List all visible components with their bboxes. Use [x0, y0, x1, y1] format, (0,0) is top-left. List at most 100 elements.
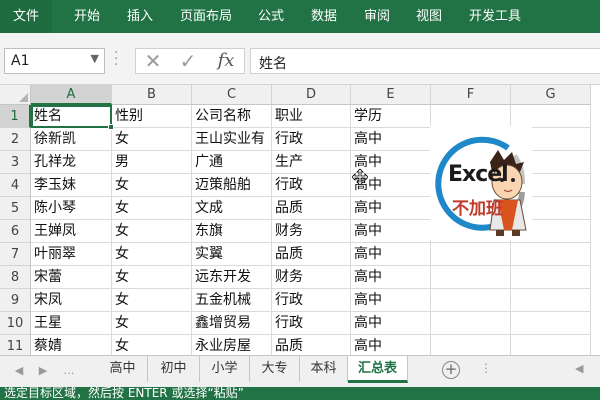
cell-b7[interactable]: 女	[112, 243, 192, 266]
cell-e9[interactable]: 高中	[351, 289, 431, 312]
cell-c1[interactable]: 公司名称	[192, 105, 272, 128]
cell-d3[interactable]: 生产	[272, 151, 351, 174]
close-icon[interactable]: ✕	[138, 49, 168, 73]
cell-f10[interactable]	[431, 312, 511, 335]
fill-handle[interactable]	[108, 124, 114, 130]
tab-view[interactable]: 视图	[416, 0, 442, 33]
chevron-down-icon[interactable]: ▼	[91, 52, 99, 65]
row-header-10[interactable]: 10	[0, 312, 31, 335]
cell-d4[interactable]: 行政	[272, 174, 351, 197]
cell-g7[interactable]	[511, 243, 591, 266]
cell-b6[interactable]: 女	[112, 220, 192, 243]
column-header-e[interactable]: E	[351, 85, 431, 105]
cell-e2[interactable]: 高中	[351, 128, 431, 151]
cell-d1[interactable]: 职业	[272, 105, 351, 128]
cell-e10[interactable]: 高中	[351, 312, 431, 335]
row-header-3[interactable]: 3	[0, 151, 31, 174]
check-icon[interactable]: ✓	[173, 49, 203, 73]
scroll-left-icon[interactable]: ◀	[575, 362, 583, 375]
cell-a4[interactable]: 李玉妹	[31, 174, 112, 197]
cell-g9[interactable]	[511, 289, 591, 312]
cell-e8[interactable]: 高中	[351, 266, 431, 289]
cell-e1[interactable]: 学历	[351, 105, 431, 128]
cell-f11[interactable]	[431, 335, 511, 355]
cell-d5[interactable]: 品质	[272, 197, 351, 220]
sheet-tab-2[interactable]: 初中	[148, 356, 200, 382]
formula-input[interactable]: 姓名	[250, 48, 600, 74]
cell-c10[interactable]: 鑫增贸易	[192, 312, 272, 335]
cell-d9[interactable]: 行政	[272, 289, 351, 312]
tab-review[interactable]: 审阅	[364, 0, 390, 33]
cell-g11[interactable]	[511, 335, 591, 355]
cell-a5[interactable]: 陈小琴	[31, 197, 112, 220]
cell-b11[interactable]: 女	[112, 335, 192, 355]
cell-g1[interactable]	[511, 105, 591, 128]
cell-e5[interactable]: 高中	[351, 197, 431, 220]
cell-d6[interactable]: 财务	[272, 220, 351, 243]
row-header-6[interactable]: 6	[0, 220, 31, 243]
row-header-4[interactable]: 4	[0, 174, 31, 197]
cell-b4[interactable]: 女	[112, 174, 192, 197]
column-header-c[interactable]: C	[192, 85, 272, 105]
cell-b3[interactable]: 男	[112, 151, 192, 174]
name-box[interactable]: A1 ▼	[4, 48, 105, 74]
cell-d10[interactable]: 行政	[272, 312, 351, 335]
cell-b9[interactable]: 女	[112, 289, 192, 312]
sheet-tab-5[interactable]: 本科	[300, 356, 348, 382]
cell-g8[interactable]	[511, 266, 591, 289]
cell-b2[interactable]: 女	[112, 128, 192, 151]
cell-c8[interactable]: 远东开发	[192, 266, 272, 289]
vertical-dots-icon[interactable]: ⋮	[480, 361, 492, 375]
cell-g10[interactable]	[511, 312, 591, 335]
cell-a7[interactable]: 叶丽翠	[31, 243, 112, 266]
cell-f9[interactable]	[431, 289, 511, 312]
cell-c9[interactable]: 五金机械	[192, 289, 272, 312]
cell-d2[interactable]: 行政	[272, 128, 351, 151]
cell-b1[interactable]: 性别	[112, 105, 192, 128]
row-header-7[interactable]: 7	[0, 243, 31, 266]
select-all-button[interactable]	[0, 85, 31, 105]
cell-d7[interactable]: 品质	[272, 243, 351, 266]
file-tab[interactable]: 文件	[0, 0, 52, 33]
sheet-tab-4[interactable]: 大专	[250, 356, 300, 382]
cell-c11[interactable]: 永业房屋	[192, 335, 272, 355]
cell-a10[interactable]: 王星	[31, 312, 112, 335]
column-header-g[interactable]: G	[511, 85, 591, 105]
cell-b10[interactable]: 女	[112, 312, 192, 335]
column-header-f[interactable]: F	[431, 85, 511, 105]
cell-b5[interactable]: 女	[112, 197, 192, 220]
cell-c6[interactable]: 东旗	[192, 220, 272, 243]
cell-a9[interactable]: 宋凤	[31, 289, 112, 312]
sheet-tab-3[interactable]: 小学	[200, 356, 250, 382]
cell-e11[interactable]: 高中	[351, 335, 431, 355]
chevron-right-icon[interactable]: ▶	[36, 362, 50, 380]
row-header-2[interactable]: 2	[0, 128, 31, 151]
cell-a3[interactable]: 孔祥龙	[31, 151, 112, 174]
cell-a2[interactable]: 徐新凯	[31, 128, 112, 151]
cell-a11[interactable]: 蔡婧	[31, 335, 112, 355]
cell-e6[interactable]: 高中	[351, 220, 431, 243]
chevron-left-icon[interactable]: ◀	[12, 362, 26, 380]
drag-handle-icon[interactable]: · · ·	[114, 46, 118, 72]
cell-f8[interactable]	[431, 266, 511, 289]
insert-function-button[interactable]: fx	[211, 49, 241, 73]
column-header-d[interactable]: D	[272, 85, 351, 105]
cell-f7[interactable]	[431, 243, 511, 266]
cell-c7[interactable]: 实翼	[192, 243, 272, 266]
tab-insert[interactable]: 插入	[127, 0, 153, 33]
cell-c2[interactable]: 王山实业有	[192, 128, 272, 151]
tab-developer[interactable]: 开发工具	[469, 0, 521, 33]
tab-page-layout[interactable]: 页面布局	[180, 0, 232, 33]
cell-c3[interactable]: 广通	[192, 151, 272, 174]
worksheet-grid[interactable]: ABCDEFG 123456789101112 姓名性别公司名称职业学历徐新凯女…	[0, 85, 600, 355]
cell-e7[interactable]: 高中	[351, 243, 431, 266]
cell-d11[interactable]: 品质	[272, 335, 351, 355]
cell-f1[interactable]	[431, 105, 511, 128]
cell-a8[interactable]: 宋蕾	[31, 266, 112, 289]
plus-circle-icon[interactable]: +	[442, 361, 460, 379]
row-header-9[interactable]: 9	[0, 289, 31, 312]
sheet-tab-6[interactable]: 汇总表	[348, 356, 408, 383]
row-header-11[interactable]: 11	[0, 335, 31, 355]
tab-formulas[interactable]: 公式	[258, 0, 284, 33]
sheet-tab-1[interactable]: 高中	[98, 356, 148, 382]
